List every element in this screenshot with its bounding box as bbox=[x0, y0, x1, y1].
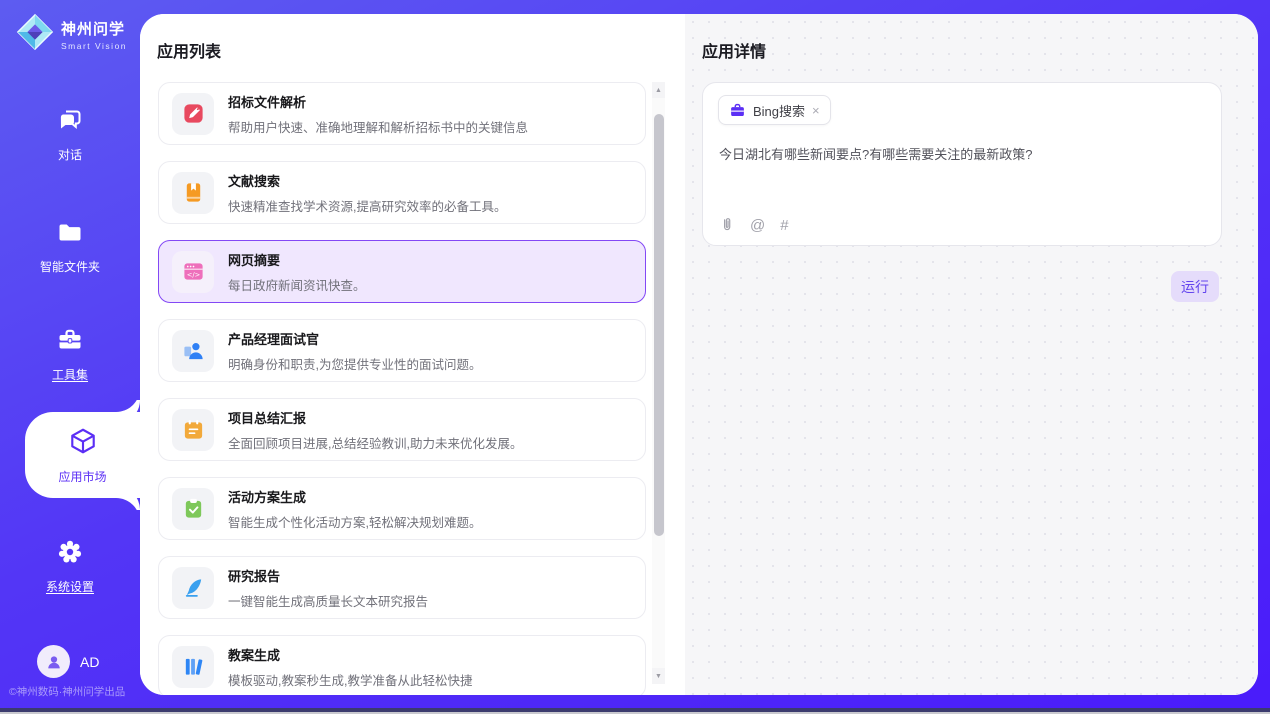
main-content: 应用列表 招标文件解析 帮助用户快速、准确地理解和解析招标书中的关键信息 bbox=[140, 14, 1258, 695]
sidebar: 神州问学 Smart Vision 对话 智能文件夹 bbox=[0, 0, 140, 708]
scrollbar-thumb[interactable] bbox=[654, 114, 664, 536]
query-text: 今日湖北有哪些新闻要点?有哪些需要关注的最新政策? bbox=[719, 145, 1199, 165]
list-item-event-plan[interactable]: 活动方案生成 智能生成个性化活动方案,轻松解决规划难题。 bbox=[158, 477, 646, 540]
toolbox-icon bbox=[56, 326, 84, 359]
briefcase-icon bbox=[729, 102, 746, 119]
interviewer-icon bbox=[172, 330, 214, 372]
list-scrollbar: ▲ ▼ bbox=[652, 82, 665, 684]
sidebar-item-toolset[interactable]: 工具集 bbox=[0, 326, 140, 383]
list-item-lesson-plan[interactable]: 教案生成 模板驱动,教案秒生成,教学准备从此轻松快捷 bbox=[158, 635, 646, 695]
app-desc: 快速精准查找学术资源,提高研究效率的必备工具。 bbox=[228, 196, 506, 215]
paperclip-icon[interactable] bbox=[719, 216, 735, 234]
list-item-pm-interviewer[interactable]: 产品经理面试官 明确身份和职责,为您提供专业性的面试问题。 bbox=[158, 319, 646, 382]
app-name: 产品经理面试官 bbox=[228, 329, 481, 348]
brand-name: 神州问学 bbox=[61, 18, 127, 39]
app-name: 文献搜索 bbox=[228, 171, 506, 190]
close-icon[interactable]: × bbox=[812, 104, 820, 117]
app-list-panel: 应用列表 招标文件解析 帮助用户快速、准确地理解和解析招标书中的关键信息 bbox=[140, 14, 685, 695]
avatar bbox=[37, 645, 70, 678]
scroll-up-button[interactable]: ▲ bbox=[652, 82, 665, 98]
user-label: AD bbox=[80, 654, 99, 670]
app-name: 研究报告 bbox=[228, 566, 428, 585]
clipboard-check-icon bbox=[172, 488, 214, 530]
list-item-project-summary[interactable]: 项目总结汇报 全面回顾项目进展,总结经验教训,助力未来优化发展。 bbox=[158, 398, 646, 461]
browser-icon: </> bbox=[172, 251, 214, 293]
run-button[interactable]: 运行 bbox=[1171, 271, 1219, 302]
app-list: 招标文件解析 帮助用户快速、准确地理解和解析招标书中的关键信息 文献搜索 bbox=[158, 82, 646, 695]
cube-icon bbox=[68, 426, 98, 461]
tool-tag-label: Bing搜索 bbox=[753, 101, 805, 120]
app-name: 招标文件解析 bbox=[228, 92, 528, 111]
list-item-research-report[interactable]: 研究报告 一键智能生成高质量长文本研究报告 bbox=[158, 556, 646, 619]
app-name: 教案生成 bbox=[228, 645, 472, 664]
sidebar-item-app-market[interactable]: 应用市场 bbox=[25, 412, 140, 498]
sidebar-item-settings[interactable]: 系统设置 bbox=[0, 538, 140, 595]
brand-logo: 神州问学 Smart Vision bbox=[16, 13, 127, 56]
doc-edit-icon bbox=[172, 93, 214, 135]
sidebar-item-smart-folder[interactable]: 智能文件夹 bbox=[0, 218, 140, 275]
app-desc: 每日政府新闻资讯快查。 bbox=[228, 275, 366, 294]
app-name: 项目总结汇报 bbox=[228, 408, 522, 427]
app-desc: 一键智能生成高质量长文本研究报告 bbox=[228, 591, 428, 610]
folder-icon bbox=[56, 218, 84, 251]
chat-icon bbox=[56, 106, 84, 139]
app-desc: 全面回顾项目进展,总结经验教训,助力未来优化发展。 bbox=[228, 433, 522, 452]
app-detail-panel: 应用详情 Bing搜索 × 今日湖北有哪些新闻要点?有哪些需要关注的最新政策? bbox=[685, 14, 1258, 695]
app-detail-title: 应用详情 bbox=[702, 38, 766, 62]
mention-icon[interactable]: @ bbox=[750, 217, 765, 234]
books-icon bbox=[172, 646, 214, 688]
app-desc: 明确身份和职责,为您提供专业性的面试问题。 bbox=[228, 354, 481, 373]
sidebar-item-label: 工具集 bbox=[52, 366, 88, 383]
tool-tag-bing-search[interactable]: Bing搜索 × bbox=[718, 95, 831, 125]
app-list-title: 应用列表 bbox=[157, 38, 221, 62]
app-name: 活动方案生成 bbox=[228, 487, 481, 506]
app-desc: 模板驱动,教案秒生成,教学准备从此轻松快捷 bbox=[228, 670, 472, 689]
app-desc: 帮助用户快速、准确地理解和解析招标书中的关键信息 bbox=[228, 117, 528, 136]
user-chip[interactable]: AD bbox=[37, 645, 99, 678]
svg-text:</>: </> bbox=[186, 271, 199, 279]
list-item-web-summary[interactable]: </> 网页摘要 每日政府新闻资讯快查。 bbox=[158, 240, 646, 303]
list-item-literature-search[interactable]: 文献搜索 快速精准查找学术资源,提高研究效率的必备工具。 bbox=[158, 161, 646, 224]
research-pen-icon bbox=[172, 567, 214, 609]
report-note-icon bbox=[172, 409, 214, 451]
hash-icon[interactable]: # bbox=[780, 217, 788, 234]
sidebar-item-chat[interactable]: 对话 bbox=[0, 106, 140, 163]
copyright-text: ©神州数码·神州问学出品 bbox=[9, 684, 125, 699]
gear-icon bbox=[56, 538, 84, 571]
sidebar-item-label: 系统设置 bbox=[46, 578, 94, 595]
book-icon bbox=[172, 172, 214, 214]
sidebar-item-label: 智能文件夹 bbox=[40, 258, 100, 275]
prompt-input-card[interactable]: Bing搜索 × 今日湖北有哪些新闻要点?有哪些需要关注的最新政策? @ # bbox=[702, 82, 1222, 246]
scroll-down-button[interactable]: ▼ bbox=[652, 668, 665, 684]
app-shell: 神州问学 Smart Vision 对话 智能文件夹 bbox=[0, 0, 1270, 714]
brand-subtitle: Smart Vision bbox=[61, 41, 127, 51]
list-item-bid-parse[interactable]: 招标文件解析 帮助用户快速、准确地理解和解析招标书中的关键信息 bbox=[158, 82, 646, 145]
attachment-toolbar: @ # bbox=[719, 216, 789, 234]
app-name: 网页摘要 bbox=[228, 250, 366, 269]
app-desc: 智能生成个性化活动方案,轻松解决规划难题。 bbox=[228, 512, 481, 531]
sidebar-item-label: 对话 bbox=[58, 146, 82, 163]
diamond-logo-icon bbox=[16, 13, 54, 56]
sidebar-item-label: 应用市场 bbox=[58, 468, 106, 485]
